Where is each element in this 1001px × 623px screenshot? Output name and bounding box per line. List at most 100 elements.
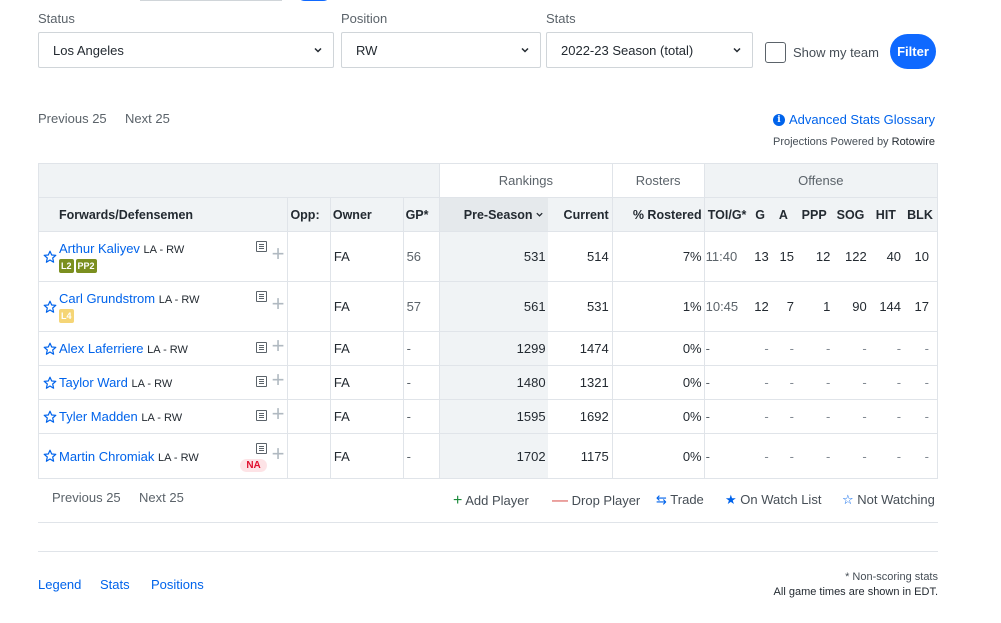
- filter-button[interactable]: Filter: [890, 34, 936, 69]
- col-rostered[interactable]: % Rostered: [611, 197, 705, 232]
- watch-star-icon[interactable]: [43, 410, 57, 424]
- legend-add-player: + Add Player: [453, 492, 529, 510]
- ppp-cell: -: [795, 331, 833, 366]
- notes-icon[interactable]: [255, 410, 267, 421]
- table-row: Arthur Kaliyev LA - RW L2 PP2 + FA 56 531 514 7%…: [37, 231, 939, 282]
- col-player[interactable]: Forwards/Defensemen: [37, 197, 288, 232]
- col-current[interactable]: Current: [547, 197, 613, 232]
- current-rank-cell: 1321: [547, 365, 613, 400]
- stats-value: 2022-23 Season (total): [561, 42, 694, 58]
- assists-cell: 7: [770, 281, 796, 332]
- add-player-cell[interactable]: +: [268, 231, 288, 282]
- add-player-icon[interactable]: +: [272, 442, 285, 464]
- current-rank-cell: 1175: [547, 433, 613, 479]
- add-player-icon[interactable]: +: [272, 369, 285, 391]
- next-25-link[interactable]: Next 25: [125, 111, 170, 126]
- watch-star-icon[interactable]: [43, 376, 57, 390]
- notes-icon[interactable]: [255, 376, 267, 387]
- legend-drop-label: Drop Player: [571, 493, 641, 508]
- add-player-cell[interactable]: +: [268, 433, 288, 479]
- star-filled-icon: ★: [725, 492, 737, 507]
- add-player-icon[interactable]: +: [272, 335, 285, 357]
- stats-select[interactable]: 2022-23 Season (total): [546, 32, 753, 68]
- player-name-link[interactable]: Carl Grundstrom: [59, 291, 155, 306]
- legend-drop-player: — Drop Player: [552, 492, 640, 510]
- trade-arrows-icon: ⇆: [656, 492, 667, 507]
- col-blk[interactable]: BLK: [903, 197, 939, 232]
- add-player-icon[interactable]: +: [272, 403, 285, 425]
- toi-cell: -: [703, 365, 750, 400]
- legend-on-watch-label: On Watch List: [740, 492, 822, 507]
- hit-cell: -: [868, 331, 904, 366]
- next-25-link-bottom[interactable]: Next 25: [139, 490, 184, 505]
- divider: [38, 551, 938, 552]
- watch-star-icon[interactable]: [43, 342, 57, 356]
- opp-cell: [287, 331, 331, 366]
- footer-link-positions[interactable]: Positions: [151, 577, 204, 592]
- add-player-cell[interactable]: +: [268, 331, 288, 366]
- col-preseason-label: Pre-Season: [463, 207, 533, 222]
- goals-cell: 13: [749, 231, 771, 282]
- notes-icon[interactable]: [255, 241, 267, 252]
- notes-icon[interactable]: [255, 291, 267, 302]
- top-partial-input: [140, 0, 282, 1]
- glossary-label: Advanced Stats Glossary: [789, 112, 935, 127]
- col-gp[interactable]: GP*: [402, 197, 440, 232]
- add-player-icon[interactable]: +: [272, 243, 285, 265]
- blk-cell: -: [903, 365, 939, 400]
- owner-cell: FA: [329, 365, 404, 400]
- chevron-down-icon: [314, 47, 322, 53]
- legend-trade-label: Trade: [670, 492, 704, 507]
- assists-cell: -: [770, 331, 796, 366]
- player-name-link[interactable]: Alex Laferriere: [59, 341, 144, 356]
- player-name-link[interactable]: Arthur Kaliyev: [59, 241, 140, 256]
- col-preseason[interactable]: Pre-Season: [438, 197, 548, 232]
- legend-add-label: Add Player: [465, 493, 529, 508]
- add-player-icon[interactable]: +: [272, 293, 285, 315]
- player-name-link[interactable]: Tyler Madden: [59, 409, 138, 424]
- show-my-team-label[interactable]: Show my team: [793, 45, 879, 60]
- add-player-cell[interactable]: +: [268, 281, 288, 332]
- goals-cell: -: [749, 399, 771, 434]
- show-my-team-checkbox[interactable]: [765, 42, 786, 63]
- col-owner[interactable]: Owner: [329, 197, 404, 232]
- footer-link-stats[interactable]: Stats: [100, 577, 130, 592]
- footnote-game-times: All game times are shown in EDT.: [773, 586, 938, 598]
- minus-icon: —: [552, 492, 568, 509]
- advanced-stats-glossary-link[interactable]: i Advanced Stats Glossary: [773, 112, 935, 127]
- col-g[interactable]: G: [749, 197, 771, 232]
- col-sog[interactable]: SOG: [832, 197, 869, 232]
- table-row: Carl Grundstrom LA - RW L4 + FA 57 561 531 1% 10…: [37, 281, 939, 332]
- add-player-cell[interactable]: +: [268, 365, 288, 400]
- notes-icon[interactable]: [255, 443, 267, 454]
- footer-link-legend[interactable]: Legend: [38, 577, 81, 592]
- col-opp[interactable]: Opp:: [287, 197, 331, 232]
- rostered-cell: 0%: [611, 331, 705, 366]
- watch-star-icon[interactable]: [43, 250, 57, 264]
- col-hit[interactable]: HIT: [868, 197, 904, 232]
- player-team-position: LA - RW: [147, 344, 188, 356]
- group-rankings: Rankings: [439, 163, 613, 198]
- position-select[interactable]: RW: [341, 32, 541, 68]
- add-player-cell[interactable]: +: [268, 399, 288, 434]
- group-spacer: [38, 163, 440, 198]
- watch-star-icon[interactable]: [43, 300, 57, 314]
- col-ppp[interactable]: PPP: [795, 197, 833, 232]
- player-name-link[interactable]: Taylor Ward: [59, 375, 128, 390]
- preseason-rank-cell: 1480: [438, 365, 548, 400]
- preseason-rank-cell: 1702: [438, 433, 548, 479]
- player-team-position: LA - RW: [131, 378, 173, 390]
- watch-star-icon[interactable]: [43, 449, 57, 463]
- col-a[interactable]: A: [770, 197, 796, 232]
- previous-25-link[interactable]: Previous 25: [38, 111, 107, 126]
- status-select[interactable]: Los Angeles: [38, 32, 334, 68]
- toi-cell: -: [703, 331, 750, 366]
- status-value: Los Angeles: [53, 42, 124, 58]
- notes-icon[interactable]: [255, 342, 267, 353]
- player-name-link[interactable]: Martin Chromiak: [59, 449, 154, 464]
- previous-25-link-bottom[interactable]: Previous 25: [52, 490, 121, 505]
- preseason-rank-cell: 1299: [438, 331, 548, 366]
- legend-on-watch-list: ★ On Watch List: [725, 492, 821, 508]
- col-toi[interactable]: TOI/G*: [703, 197, 750, 232]
- owner-cell: FA: [329, 399, 404, 434]
